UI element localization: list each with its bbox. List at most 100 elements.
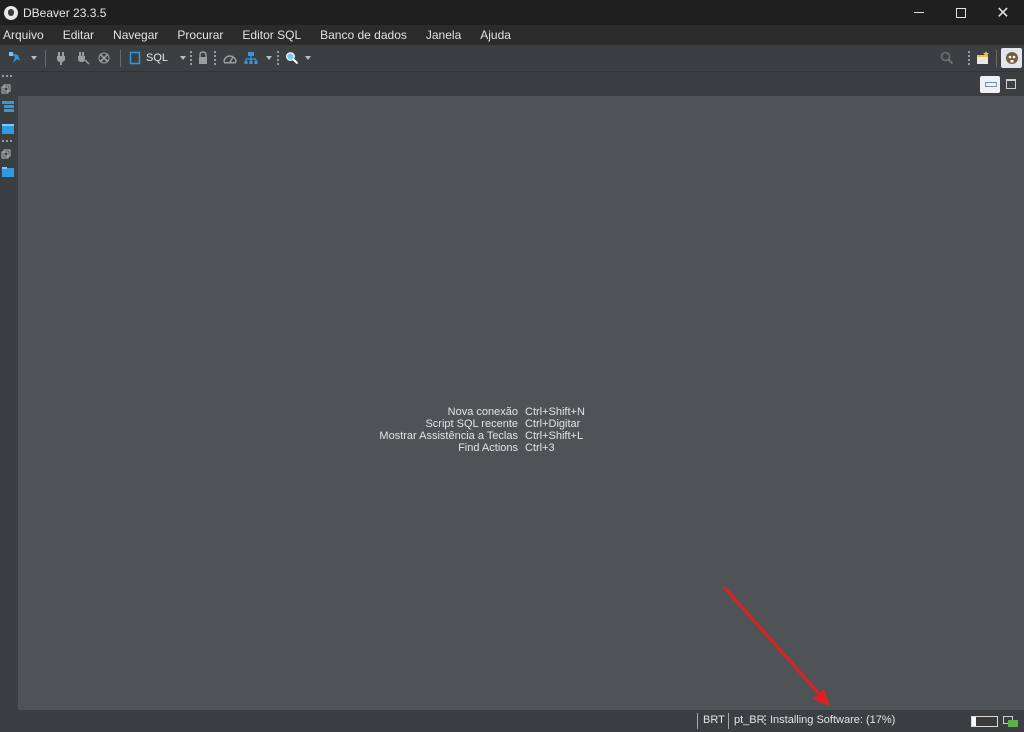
folder-icon [2, 167, 14, 177]
menu-navegar[interactable]: Navegar [104, 28, 168, 42]
dashboard-button[interactable] [221, 50, 239, 66]
invalidate-icon [98, 52, 110, 64]
restore-icon [1, 149, 11, 159]
chevron-down-icon [180, 56, 186, 60]
new-connection-button[interactable] [7, 50, 23, 66]
progress-view-button[interactable] [1003, 716, 1019, 731]
restore-icon [1, 84, 11, 94]
find-button[interactable] [284, 50, 300, 66]
restore-navigator-button[interactable] [1, 83, 11, 97]
toolbar-grip [190, 51, 192, 65]
menu-ajuda[interactable]: Ajuda [471, 28, 521, 42]
database-navigator-button[interactable] [1, 100, 15, 117]
find-dropdown[interactable] [303, 50, 313, 66]
title-bar: DBeaver 23.3.5 ✕ [0, 0, 1024, 25]
status-divider [697, 713, 698, 729]
projects-button[interactable] [1, 122, 15, 139]
shortcut-label: Mostrar Assistência a Teclas [379, 430, 518, 442]
transaction-lock-button[interactable] [196, 50, 210, 66]
status-bar: BRT pt_BR Installing Software: (17%) [0, 710, 1024, 732]
chevron-down-icon [305, 56, 311, 60]
welcome-shortcuts: Nova conexão Ctrl+Shift+N Script SQL rec… [0, 406, 1024, 454]
toolbar-divider [996, 50, 997, 67]
timezone-indicator[interactable]: BRT [703, 714, 725, 726]
schema-compare-button[interactable] [243, 50, 259, 66]
menu-editar[interactable]: Editar [53, 28, 103, 42]
dbeaver-perspective-icon [1005, 52, 1018, 64]
new-connection-icon [9, 52, 20, 63]
connect-button[interactable] [54, 50, 68, 66]
main-toolbar: SQL [0, 45, 1024, 72]
disconnect-button[interactable] [76, 50, 90, 66]
chevron-down-icon [266, 56, 272, 60]
toolbar-grip [214, 51, 216, 65]
sql-editor-dropdown[interactable] [178, 50, 188, 66]
sql-editor-icon [129, 51, 141, 65]
schema-compare-dropdown[interactable] [264, 50, 274, 66]
shortcut-key: Ctrl+Shift+N [525, 406, 585, 418]
maximize-icon [956, 7, 966, 18]
minimize-editor-button[interactable] [980, 76, 1000, 93]
project-explorer-button[interactable] [1, 166, 15, 181]
left-trim-stack [0, 72, 18, 710]
menu-arquivo[interactable]: Arquivo [0, 28, 53, 42]
toolbar-grip [968, 51, 970, 65]
menu-bar: Arquivo Editar Navegar Procurar Editor S… [0, 25, 1024, 45]
minimize-button[interactable] [898, 0, 940, 25]
progress-bar[interactable] [971, 716, 998, 727]
window-title: DBeaver 23.3.5 [23, 5, 107, 20]
database-navigator-icon [2, 101, 14, 112]
progress-view-icon [1003, 716, 1018, 727]
chevron-down-icon [31, 56, 37, 60]
dbeaver-perspective-button[interactable] [1001, 48, 1022, 68]
dbeaver-logo-icon [4, 5, 18, 20]
shortcut-row: Find Actions Ctrl+3 [0, 442, 1024, 454]
close-icon: ✕ [996, 2, 1010, 22]
projects-icon [2, 124, 14, 134]
maximize-button[interactable] [940, 0, 982, 25]
shortcut-key: Ctrl+Shift+L [525, 430, 584, 442]
menu-editor-sql[interactable]: Editor SQL [233, 28, 311, 42]
status-grip [764, 715, 766, 727]
close-button[interactable]: ✕ [982, 0, 1024, 25]
shortcut-label: Find Actions [458, 442, 518, 454]
toolbar-grip [277, 51, 279, 65]
shortcut-key: Ctrl+Digitar [525, 418, 581, 430]
trim-grip [2, 140, 14, 142]
menu-janela[interactable]: Janela [416, 28, 470, 42]
dashboard-icon [223, 55, 237, 64]
shortcut-key: Ctrl+3 [525, 442, 555, 454]
invalidate-reconnect-button[interactable] [97, 50, 111, 66]
locale-indicator[interactable]: pt_BR [734, 714, 765, 726]
shortcut-row: Script SQL recente Ctrl+Digitar [0, 418, 1024, 430]
maximize-editor-button[interactable] [1006, 79, 1016, 89]
editor-area [18, 96, 1024, 710]
menu-banco-de-dados[interactable]: Banco de dados [311, 28, 417, 42]
shortcut-label: Script SQL recente [425, 418, 518, 430]
progress-bar-fill [972, 717, 977, 726]
lock-icon [199, 51, 207, 64]
schema-compare-icon [244, 52, 258, 64]
search-icon [940, 51, 954, 65]
window-controls: ✕ [898, 0, 1024, 25]
shortcut-label: Nova conexão [447, 406, 518, 418]
sql-button-label: SQL [146, 52, 169, 64]
shortcut-row: Nova conexão Ctrl+Shift+N [0, 406, 1024, 418]
disconnect-plug-icon [78, 52, 90, 65]
new-connection-dropdown[interactable] [29, 50, 39, 66]
editor-tab-strip [18, 72, 1024, 96]
minimize-icon [914, 12, 924, 13]
trim-grip [2, 75, 14, 77]
open-perspective-button[interactable] [974, 50, 992, 66]
search-icon [286, 52, 299, 65]
status-divider [728, 713, 729, 729]
restore-projects-button[interactable] [1, 148, 11, 162]
connect-plug-icon [57, 52, 65, 65]
perspective-icon [977, 51, 989, 64]
global-search-button[interactable] [938, 50, 956, 66]
menu-procurar[interactable]: Procurar [168, 28, 233, 42]
toolbar-divider [120, 50, 121, 67]
shortcut-row: Mostrar Assistência a Teclas Ctrl+Shift+… [0, 430, 1024, 442]
sql-editor-button[interactable]: SQL [129, 50, 169, 66]
background-task-status[interactable]: Installing Software: (17%) [770, 714, 895, 726]
